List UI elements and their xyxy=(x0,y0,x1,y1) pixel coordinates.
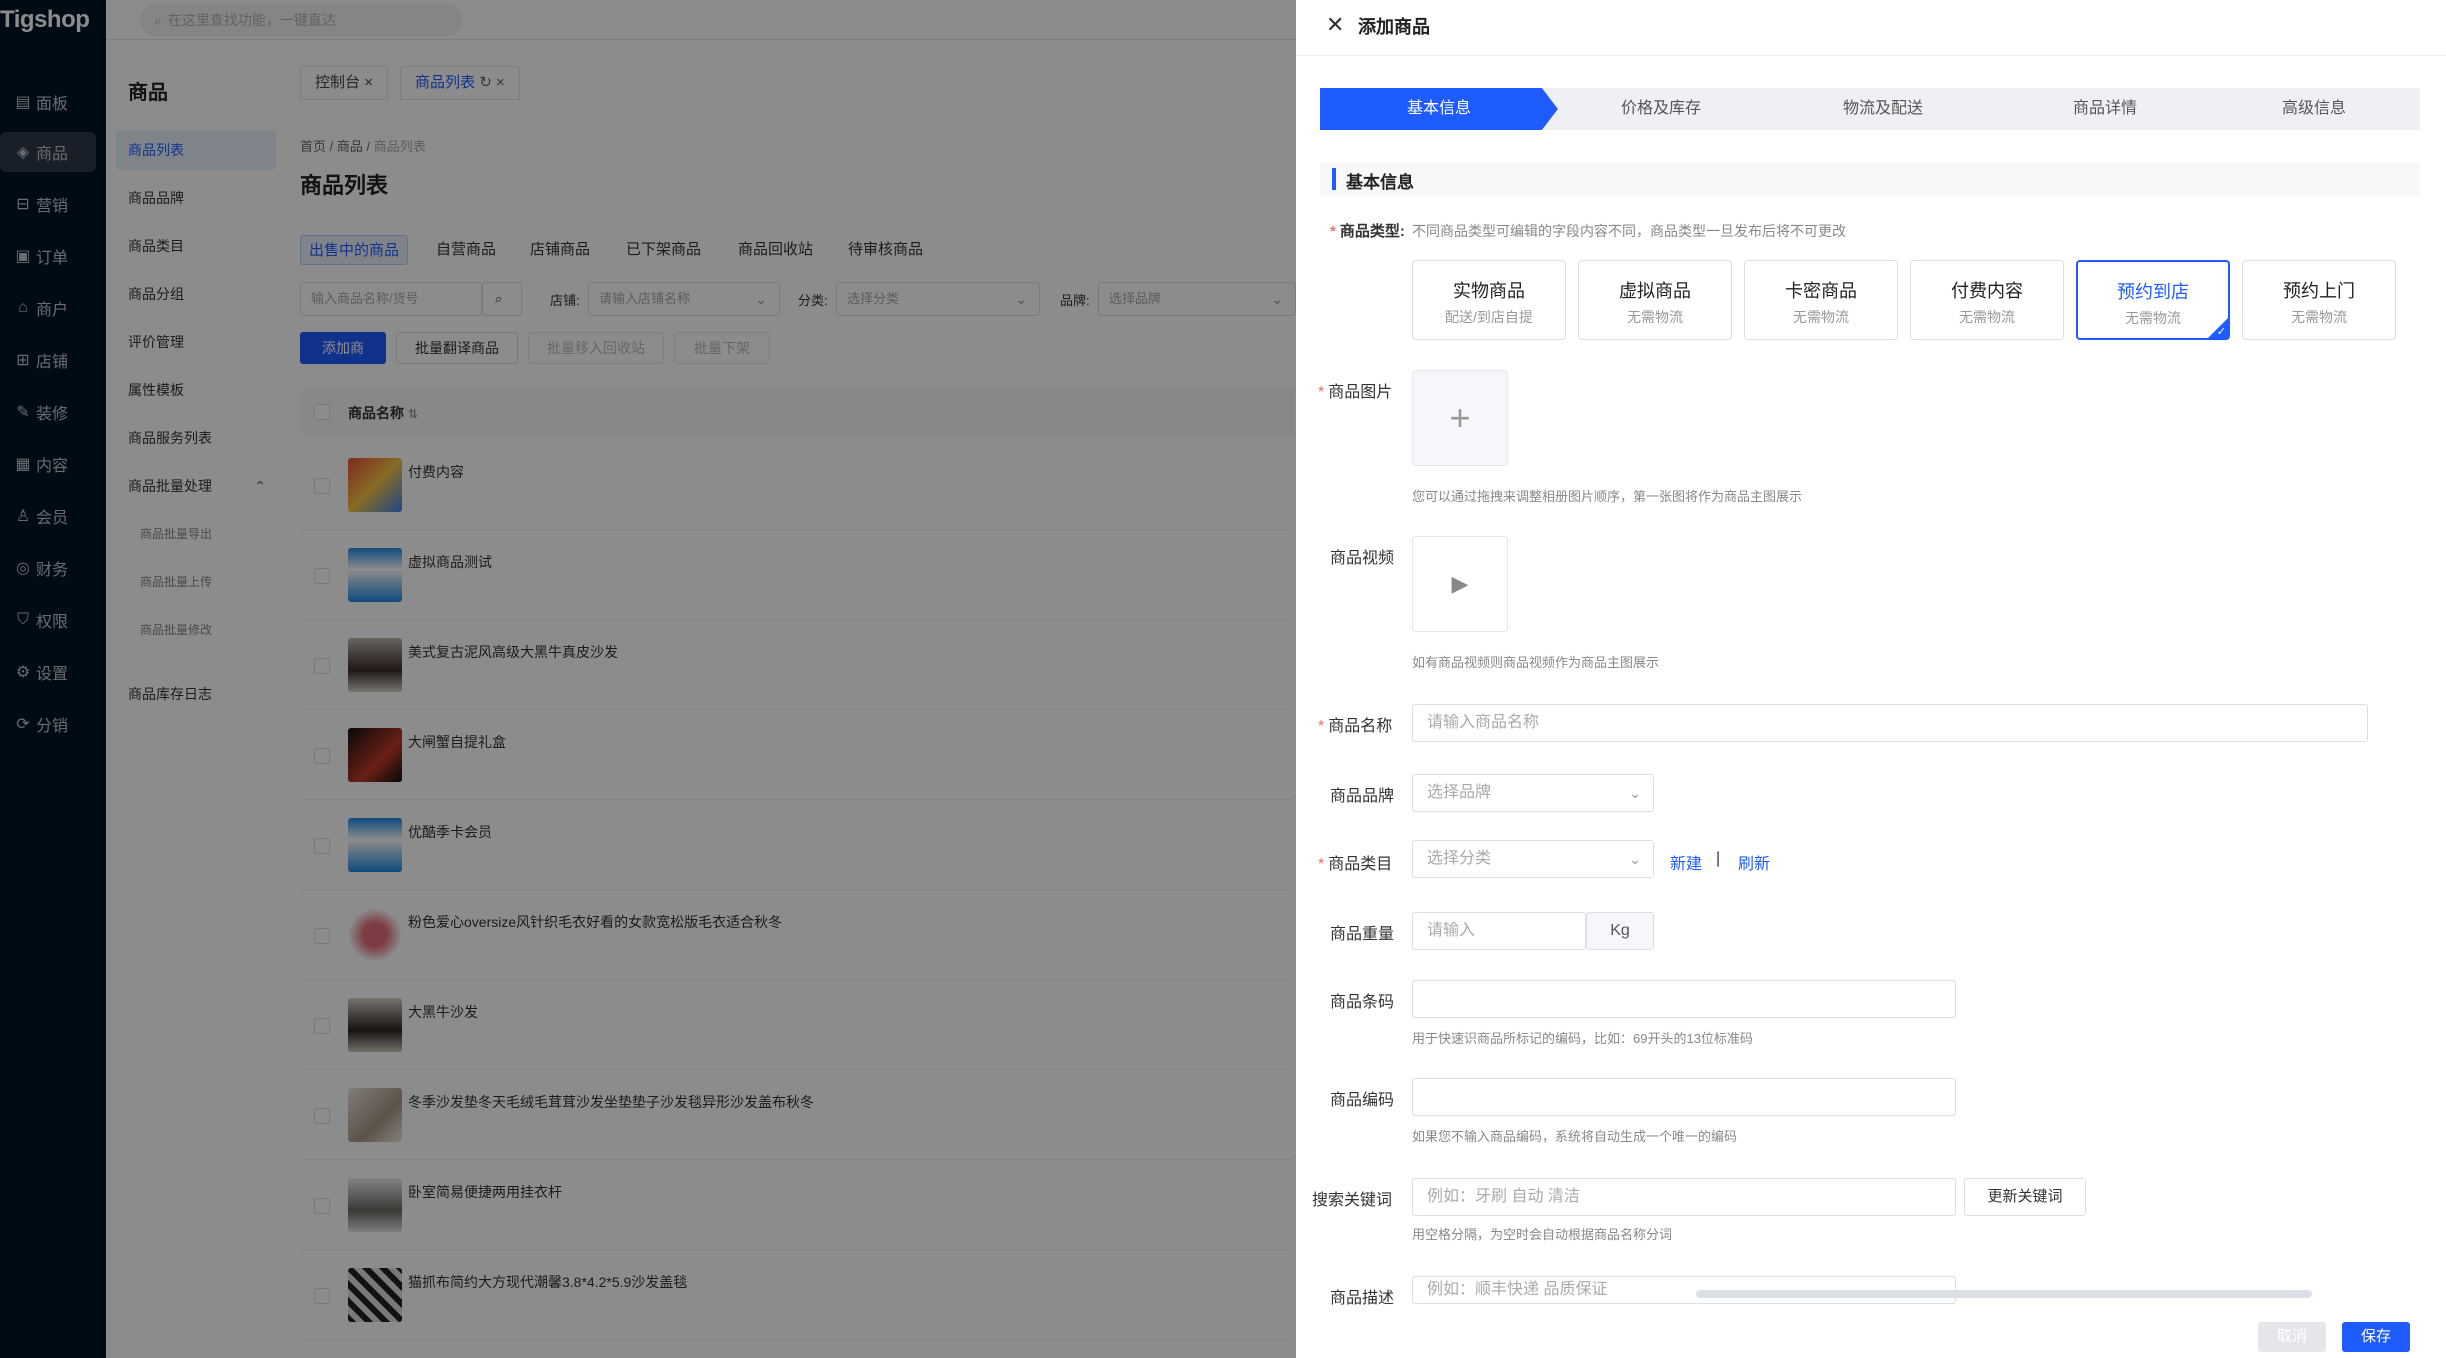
step-detail[interactable]: 商品详情 xyxy=(1986,88,2224,130)
keyword-hint: 用空格分隔，为空时会自动根据商品名称分词 xyxy=(1412,1227,1673,1242)
product-weight-input[interactable]: 请输入 xyxy=(1412,912,1586,950)
refresh-category-link[interactable]: 刷新 xyxy=(1738,850,1770,874)
add-product-drawer: ✕ 添加商品 基本信息 价格及库存 物流及配送 商品详情 高级信息 基本信息 *… xyxy=(1296,0,2446,1358)
chevron-down-icon: ⌄ xyxy=(1629,851,1641,867)
product-type-hint: 不同商品类型可编辑的字段内容不同，商品类型一旦发布后将不可更改 xyxy=(1412,223,1846,239)
close-icon[interactable]: ✕ xyxy=(1326,12,1344,38)
section-accent-bar xyxy=(1332,168,1336,190)
video-upload-box[interactable]: ▶ xyxy=(1412,536,1508,632)
product-category-select[interactable]: 选择分类 ⌄ xyxy=(1412,840,1654,878)
product-barcode-label: 商品条码 xyxy=(1330,994,1395,1011)
product-image-label: * 商品图片 xyxy=(1318,384,1393,401)
product-category-label: * 商品类目 xyxy=(1318,856,1393,873)
video-hint: 如有商品视频则商品视频作为商品主图展示 xyxy=(1412,655,1660,670)
cancel-button[interactable]: 取消 xyxy=(2258,1322,2326,1352)
image-upload-box[interactable]: + xyxy=(1412,370,1508,466)
keyword-label: 搜索关键词 xyxy=(1312,1192,1393,1209)
update-keyword-button[interactable]: 更新关键词 xyxy=(1964,1178,2086,1216)
drawer-title: 添加商品 xyxy=(1358,17,1430,37)
product-brand-label: 商品品牌 xyxy=(1330,788,1395,805)
product-sn-label: 商品编码 xyxy=(1330,1092,1395,1109)
product-weight-label: 商品重量 xyxy=(1330,926,1395,943)
type-card-appointment-store[interactable]: 预约到店 无需物流 ✓ xyxy=(2076,260,2230,340)
modal-overlay[interactable] xyxy=(0,0,1296,1358)
step-bar: 基本信息 价格及库存 物流及配送 商品详情 高级信息 xyxy=(1320,88,2420,130)
plus-icon: + xyxy=(1449,397,1471,438)
product-sn-input[interactable] xyxy=(1412,1078,1956,1116)
type-card-card-secret[interactable]: 卡密商品 无需物流 xyxy=(1744,260,1898,340)
keyword-input[interactable]: 例如：牙刷 自动 清洁 xyxy=(1412,1178,1956,1216)
sn-hint: 如果您不输入商品编码，系统将自动生成一个唯一的编码 xyxy=(1412,1129,1738,1144)
step-advanced[interactable]: 高级信息 xyxy=(2208,88,2420,130)
chevron-down-icon: ⌄ xyxy=(1629,785,1641,801)
drawer-header: ✕ 添加商品 xyxy=(1296,0,2446,56)
check-icon: ✓ xyxy=(2216,326,2226,338)
save-button[interactable]: 保存 xyxy=(2342,1322,2410,1352)
link-separator: | xyxy=(1716,850,1721,867)
weight-unit: Kg xyxy=(1586,912,1654,950)
step-logistics[interactable]: 物流及配送 xyxy=(1764,88,2002,130)
product-desc-label: 商品描述 xyxy=(1330,1290,1395,1307)
product-barcode-input[interactable] xyxy=(1412,980,1956,1018)
step-price-stock[interactable]: 价格及库存 xyxy=(1542,88,1780,130)
product-type-label: * 商品类型: xyxy=(1330,223,1405,240)
type-card-virtual[interactable]: 虚拟商品 无需物流 xyxy=(1578,260,1732,340)
product-name-label: * 商品名称 xyxy=(1318,718,1393,735)
product-video-label: 商品视频 xyxy=(1330,550,1395,567)
type-card-physical[interactable]: 实物商品 配送/到店自提 xyxy=(1412,260,1566,340)
section-title: 基本信息 xyxy=(1346,173,1414,192)
image-hint: 您可以通过拖拽来调整相册图片顺序，第一张图将作为商品主图展示 xyxy=(1412,489,1803,504)
horizontal-scrollbar[interactable] xyxy=(1696,1290,2312,1298)
barcode-hint: 用于快速识商品所标记的编码，比如：69开头的13位标准码 xyxy=(1412,1031,1753,1046)
type-card-paid-content[interactable]: 付费内容 无需物流 xyxy=(1910,260,2064,340)
step-basic-info[interactable]: 基本信息 xyxy=(1320,88,1558,130)
section-header: 基本信息 xyxy=(1320,162,2420,196)
new-category-link[interactable]: 新建 xyxy=(1670,850,1702,874)
type-card-appointment-home[interactable]: 预约上门 无需物流 xyxy=(2242,260,2396,340)
product-brand-select[interactable]: 选择品牌 ⌄ xyxy=(1412,774,1654,812)
video-icon: ▶ xyxy=(1451,571,1469,596)
product-name-input[interactable]: 请输入商品名称 xyxy=(1412,704,2368,742)
